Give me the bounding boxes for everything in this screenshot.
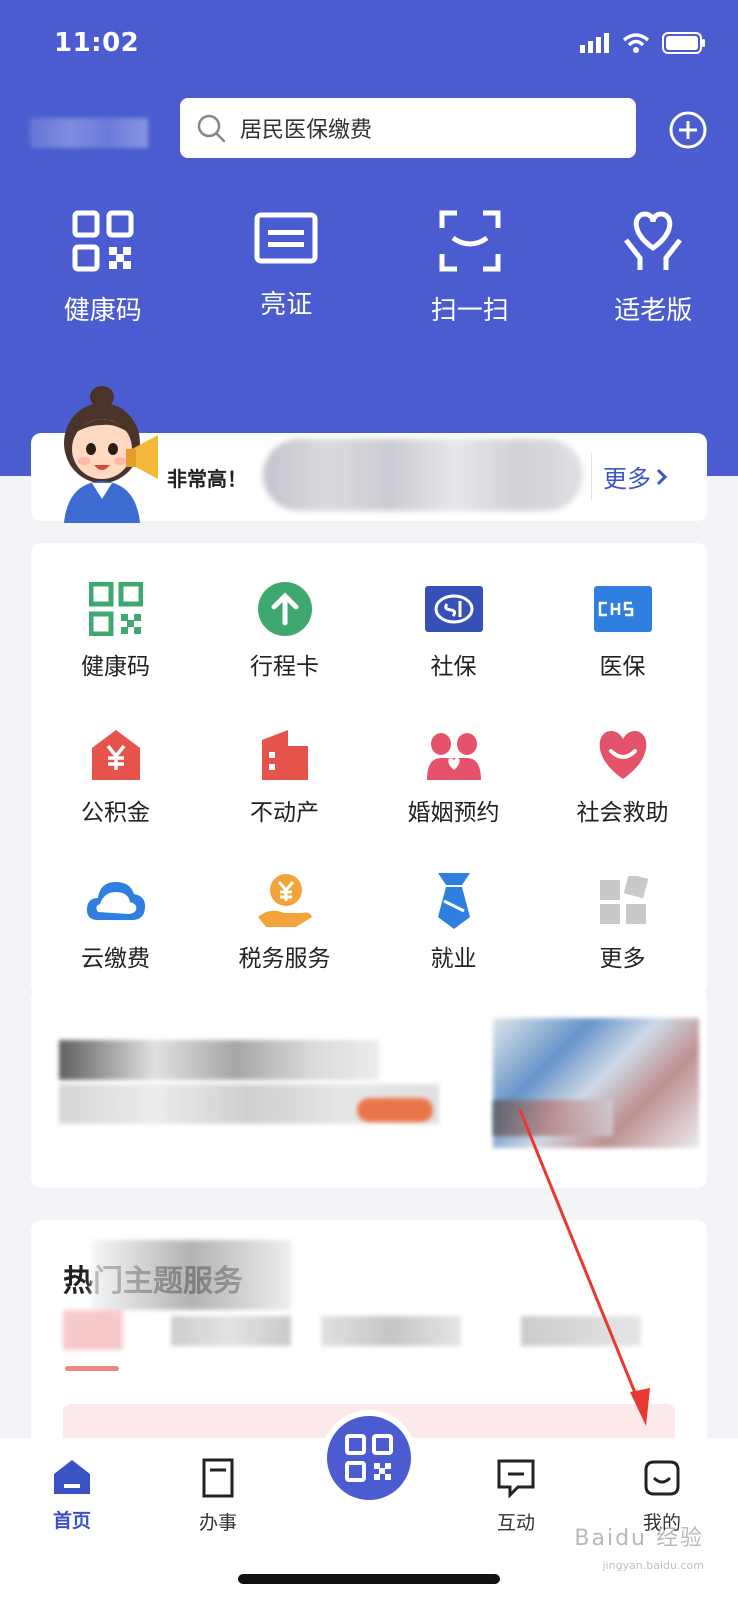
quick-label: 扫一扫 [430, 296, 509, 326]
service-grid-card: 健康码 行程卡 社保 医保 公积金 不动产 婚姻预约 社会救助 云缴费 税务服务… [31, 543, 707, 995]
home-indicator [238, 1574, 500, 1584]
add-circle-icon[interactable] [668, 110, 708, 150]
notice-blurred-content [263, 439, 583, 511]
quick-actions: 健康码 亮证 扫一扫 适老版 [0, 210, 738, 327]
qr-code-icon [72, 210, 134, 272]
banner-blurred-image-shade [493, 1100, 613, 1136]
housing-fund-icon [91, 730, 140, 780]
quick-label: 健康码 [63, 296, 142, 326]
search-input[interactable]: 居民医保缴费 [180, 98, 636, 158]
quick-show-id[interactable]: 亮证 [202, 210, 372, 327]
watermark: Baidu 经验 [574, 1526, 704, 1551]
status-bar: 11:02 [0, 0, 738, 90]
itinerary-arrow-icon [257, 582, 312, 636]
service-label: 云缴费 [81, 946, 150, 972]
notice-more-link[interactable]: 更多 [603, 459, 669, 494]
service-label: 婚姻预约 [407, 800, 500, 826]
search-placeholder: 居民医保缴费 [240, 118, 373, 143]
health-code-icon [88, 582, 143, 636]
signal-icon [580, 33, 609, 53]
home-icon [54, 1460, 90, 1494]
service-real-estate[interactable]: 不动产 [200, 727, 369, 827]
notice-text: 非常高！ [167, 467, 247, 491]
tab-label: 首页 [52, 1510, 91, 1532]
tab-services[interactable]: 办事 [168, 1458, 268, 1535]
service-label: 公积金 [81, 800, 150, 826]
hot-blurred-tab [521, 1316, 641, 1346]
service-label: 社会救助 [576, 800, 669, 826]
service-label: 医保 [599, 654, 646, 680]
mascot-avatar [64, 386, 158, 523]
quick-elder-mode[interactable]: 适老版 [569, 210, 738, 327]
chat-icon [497, 1459, 535, 1499]
hot-blurred-tab [171, 1316, 291, 1346]
service-label: 不动产 [250, 800, 319, 826]
service-social-security[interactable]: 社保 [369, 581, 538, 681]
scan-icon [439, 210, 501, 272]
service-tax[interactable]: 税务服务 [200, 873, 369, 973]
location-selector[interactable] [30, 118, 148, 148]
tax-coin-icon [257, 874, 312, 927]
id-card-icon [254, 212, 318, 264]
search-icon [197, 114, 226, 143]
chevron-right-icon [656, 468, 668, 485]
status-time: 11:02 [54, 28, 140, 58]
marriage-icon [426, 733, 481, 780]
service-label: 行程卡 [250, 654, 319, 680]
service-medical-insurance[interactable]: 医保 [538, 581, 707, 681]
cloud-icon [86, 882, 145, 920]
tie-icon [437, 873, 470, 929]
service-grid: 健康码 行程卡 社保 医保 公积金 不动产 婚姻预约 社会救助 云缴费 税务服务… [31, 581, 707, 973]
notice-more-label: 更多 [603, 465, 651, 493]
task-doc-icon [202, 1458, 234, 1498]
tab-center-qr-button[interactable] [321, 1410, 417, 1506]
real-estate-icon [261, 730, 308, 780]
medical-insurance-icon [593, 586, 652, 632]
service-health-code[interactable]: 健康码 [31, 581, 200, 681]
banner-blurred-title [59, 1040, 379, 1080]
status-icons [580, 32, 706, 54]
tab-label: 互动 [496, 1512, 535, 1534]
service-label: 税务服务 [238, 946, 331, 972]
battery-icon [662, 32, 705, 54]
divider [591, 453, 592, 501]
tab-interaction[interactable]: 互动 [466, 1458, 566, 1535]
service-marriage-appointment[interactable]: 婚姻预约 [369, 727, 538, 827]
service-more[interactable]: 更多 [538, 873, 707, 973]
qr-code-icon [345, 1434, 393, 1482]
service-employment[interactable]: 就业 [369, 873, 538, 973]
hot-tab-underline [65, 1366, 119, 1371]
service-label: 社保 [430, 654, 477, 680]
promo-banner[interactable] [31, 988, 707, 1188]
more-grid-icon [599, 876, 648, 924]
service-housing-fund[interactable]: 公积金 [31, 727, 200, 827]
service-label: 更多 [599, 946, 646, 972]
social-security-icon [424, 586, 483, 632]
wifi-icon [622, 33, 650, 53]
watermark-sub: jingyan.baidu.com [602, 1559, 704, 1572]
hot-blurred-overlay [91, 1240, 291, 1310]
banner-blurred-button [357, 1098, 433, 1122]
hot-blurred-tab [63, 1310, 123, 1350]
profile-smile-icon [644, 1460, 680, 1496]
service-label: 健康码 [81, 654, 150, 680]
service-social-assistance[interactable]: 社会救助 [538, 727, 707, 827]
tab-home[interactable]: 首页 [22, 1458, 122, 1533]
quick-scan[interactable]: 扫一扫 [385, 210, 555, 327]
service-cloud-payment[interactable]: 云缴费 [31, 873, 200, 973]
service-label: 就业 [430, 946, 477, 972]
quick-health-code[interactable]: 健康码 [18, 210, 188, 327]
quick-label: 亮证 [260, 290, 313, 320]
heart-smile-icon [599, 731, 646, 779]
tab-label: 办事 [198, 1512, 237, 1534]
elder-heart-icon [624, 211, 683, 270]
hot-blurred-tab [321, 1316, 461, 1346]
service-itinerary-card[interactable]: 行程卡 [200, 581, 369, 681]
quick-label: 适老版 [614, 296, 693, 326]
